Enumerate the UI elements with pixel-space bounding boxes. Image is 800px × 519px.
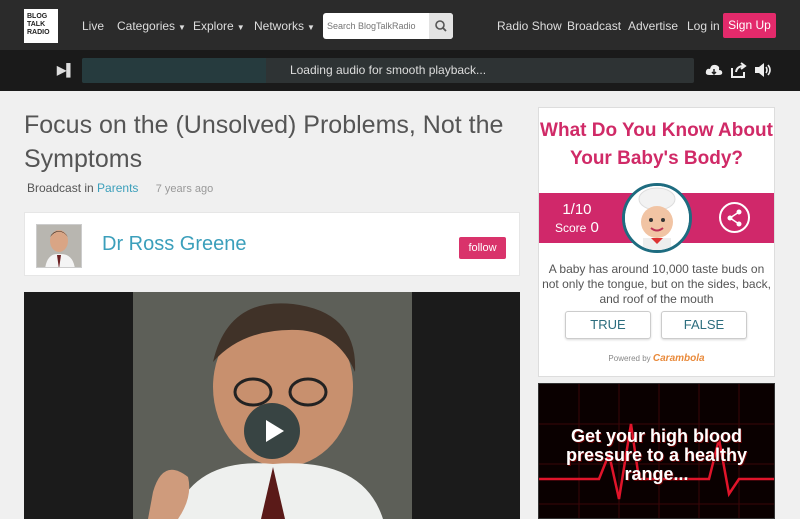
episode-video[interactable] bbox=[24, 292, 520, 519]
audio-progress-bar[interactable]: Loading audio for smooth playback... bbox=[82, 58, 694, 83]
quiz-ad: What Do You Know About Your Baby's Body?… bbox=[538, 107, 775, 377]
follow-button[interactable]: follow bbox=[459, 237, 506, 259]
powered-by-label: Powered by bbox=[608, 354, 651, 363]
volume-icon[interactable] bbox=[753, 60, 773, 80]
carambola-logo[interactable]: Carambola bbox=[653, 353, 705, 364]
episode-meta: Broadcast in Parents 7 years ago bbox=[27, 181, 213, 195]
score-label: Score bbox=[555, 221, 587, 235]
nav-networks[interactable]: Networks ▼ bbox=[254, 19, 315, 33]
baby-chef-image bbox=[622, 183, 692, 253]
host-name[interactable]: Dr Ross Greene bbox=[102, 233, 247, 256]
signup-button[interactable]: Sign Up bbox=[723, 13, 776, 38]
broadcast-in-label: Broadcast in bbox=[27, 181, 94, 195]
search-icon bbox=[435, 20, 447, 32]
top-navbar: BLOG TALK RADIO Live Categories ▼ Explore… bbox=[0, 0, 800, 50]
quiz-progress: 1/10 bbox=[562, 201, 592, 218]
player-status-text: Loading audio for smooth playback... bbox=[289, 63, 487, 77]
quiz-true-button[interactable]: TRUE bbox=[565, 311, 651, 339]
category-link[interactable]: Parents bbox=[97, 181, 138, 195]
logo-line-2: TALK bbox=[27, 21, 46, 28]
audio-player-bar: ▶▌ Loading audio for smooth playback... bbox=[0, 50, 800, 91]
nav-advertise[interactable]: Advertise bbox=[628, 19, 678, 33]
quiz-question: A baby has around 10,000 taste buds on n… bbox=[542, 262, 771, 306]
search-button[interactable] bbox=[429, 13, 453, 39]
share-nodes-icon bbox=[727, 209, 742, 227]
nav-explore[interactable]: Explore ▼ bbox=[193, 19, 245, 33]
blogtalkradio-logo[interactable]: BLOG TALK RADIO bbox=[24, 9, 58, 43]
nav-networks-label: Networks bbox=[254, 19, 305, 33]
ad-headline: Get your high blood pressure to a health… bbox=[565, 426, 748, 484]
nav-broadcast[interactable]: Broadcast bbox=[567, 19, 621, 33]
nav-login[interactable]: Log in bbox=[687, 19, 720, 33]
quiz-title: What Do You Know About Your Baby's Body? bbox=[540, 120, 773, 169]
nav-live[interactable]: Live bbox=[82, 19, 104, 33]
logo-line-3: RADIO bbox=[27, 29, 50, 36]
blood-pressure-ad[interactable]: Get your high blood pressure to a health… bbox=[538, 383, 775, 519]
download-cloud-icon[interactable] bbox=[704, 60, 724, 80]
chevron-down-icon: ▼ bbox=[236, 23, 245, 32]
nav-categories-label: Categories bbox=[117, 19, 176, 33]
nav-radio-show[interactable]: Radio Show bbox=[497, 19, 562, 33]
nav-explore-label: Explore bbox=[193, 19, 234, 33]
quiz-share-button[interactable] bbox=[719, 202, 750, 233]
host-avatar[interactable] bbox=[36, 224, 82, 268]
quiz-counter: 1/10 Score 0 bbox=[555, 201, 599, 237]
episode-age: 7 years ago bbox=[155, 183, 214, 195]
host-photo bbox=[37, 225, 81, 267]
nav-categories[interactable]: Categories ▼ bbox=[117, 19, 186, 33]
powered-by: Powered by Carambola bbox=[539, 353, 774, 364]
host-card: Dr Ross Greene follow bbox=[24, 212, 520, 276]
search-box bbox=[323, 13, 453, 39]
baby-chef-picture bbox=[625, 186, 689, 250]
score-value: 0 bbox=[590, 219, 599, 236]
play-icon bbox=[266, 420, 284, 442]
search-input[interactable] bbox=[327, 18, 427, 34]
play-pause-icon[interactable]: ▶▌ bbox=[57, 63, 75, 77]
logo-line-1: BLOG bbox=[27, 13, 48, 20]
episode-title: Focus on the (Unsolved) Problems, Not th… bbox=[24, 111, 504, 173]
quiz-false-button[interactable]: FALSE bbox=[661, 311, 747, 339]
share-icon[interactable] bbox=[729, 60, 749, 80]
video-play-button[interactable] bbox=[244, 403, 300, 459]
chevron-down-icon: ▼ bbox=[307, 23, 315, 32]
chevron-down-icon: ▼ bbox=[178, 23, 186, 32]
